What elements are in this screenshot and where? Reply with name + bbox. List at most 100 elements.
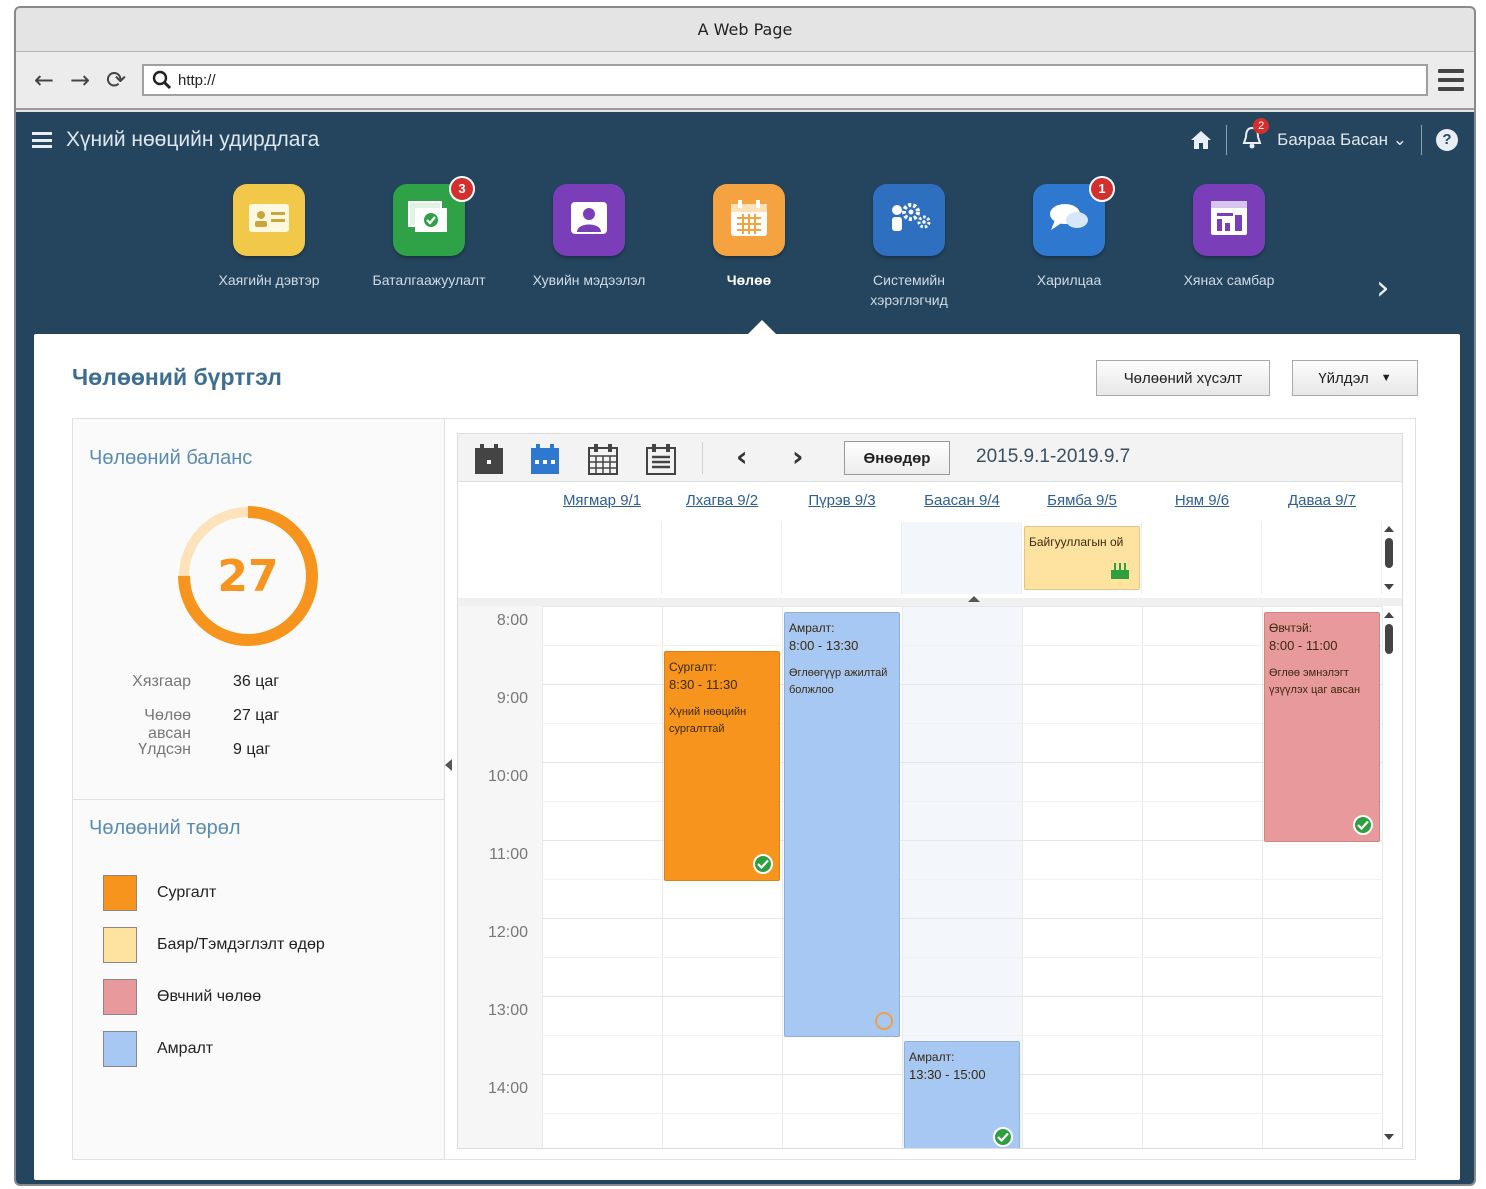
leave-event[interactable]: Амралт: 8:00 - 13:30 Өглөөгүүр ажилтай бол… xyxy=(784,612,900,1037)
holiday-event[interactable]: Байгууллагын ой xyxy=(1024,526,1140,590)
all-day-scrollbar-thumb[interactable] xyxy=(1385,538,1393,568)
day-column-line xyxy=(782,606,783,1148)
main-panel: Чөлөөний бүртгэл Чөлөөний хүсэлт Үйлдэл … xyxy=(34,320,1460,1180)
url-field[interactable]: http:// xyxy=(142,64,1428,96)
today-label: Өнөөдөр xyxy=(863,449,931,467)
day-column-line xyxy=(1022,606,1023,1148)
all-day-scroll-up-icon[interactable] xyxy=(1384,526,1394,532)
leave-event[interactable]: Сургалт: 8:30 - 11:30 Хүний нөөцийн сургал… xyxy=(664,651,780,881)
module-tile xyxy=(1193,184,1265,256)
all-day-cell[interactable] xyxy=(782,522,902,594)
half-hour-line xyxy=(542,645,1382,646)
module-calendar[interactable]: Чөлөө xyxy=(674,184,824,290)
week-view-icon[interactable] xyxy=(528,442,562,476)
module-chat[interactable]: 1 Харилцаа xyxy=(994,176,1144,290)
caret-down-icon: ▼ xyxy=(1380,372,1392,384)
help-icon[interactable]: ? xyxy=(1436,129,1458,151)
module-system-users[interactable]: Системийн хэрэглэгчид xyxy=(834,184,984,310)
time-grid-scrollbar-thumb[interactable] xyxy=(1385,624,1393,654)
all-day-cell[interactable] xyxy=(542,522,662,594)
approved-check-icon xyxy=(993,1127,1013,1147)
notifications-bell[interactable]: 2 xyxy=(1241,117,1270,155)
balance-row: Үлдсэн 9 цаг xyxy=(103,741,279,775)
next-modules-icon[interactable]: › xyxy=(1376,268,1390,308)
day-header[interactable]: Лхагва 9/2 xyxy=(662,492,782,509)
time-column xyxy=(458,606,542,1148)
balance-row-value: 9 цаг xyxy=(233,741,271,758)
all-day-cell[interactable] xyxy=(662,522,782,594)
leave-type-item: Амралт xyxy=(103,1023,325,1075)
module-tile: 3 xyxy=(393,176,475,256)
forward-arrow-icon[interactable]: → xyxy=(62,66,98,94)
agenda-view-icon[interactable] xyxy=(644,442,678,476)
hour-label: 9:00 xyxy=(496,690,528,707)
day-view-icon[interactable] xyxy=(472,442,506,476)
month-view-icon[interactable] xyxy=(586,442,620,476)
browser-menu-icon[interactable] xyxy=(1438,69,1464,91)
leave-type-swatch xyxy=(103,927,137,963)
day-header[interactable]: Бямба 9/5 xyxy=(1022,492,1142,509)
all-day-separator xyxy=(458,598,1402,606)
day-header[interactable]: Даваа 9/7 xyxy=(1262,492,1382,509)
time-grid-scroll-up-icon[interactable] xyxy=(1384,612,1394,618)
leave-request-label: Чөлөөний хүсэлт xyxy=(1123,369,1243,387)
collapse-sidebar-icon[interactable] xyxy=(445,759,452,771)
module-tile: 1 xyxy=(1033,176,1115,256)
leave-event[interactable]: Амралт: 13:30 - 15:00 xyxy=(904,1041,1020,1148)
collapse-all-day-icon[interactable] xyxy=(968,596,980,602)
search-icon xyxy=(152,70,172,90)
leave-type-item: Өвчний чөлөө xyxy=(103,971,325,1023)
leave-request-button[interactable]: Чөлөөний хүсэлт xyxy=(1096,360,1270,396)
module-label: Баталгаажуулалт xyxy=(372,272,486,288)
prev-week-icon[interactable]: ‹ xyxy=(736,440,748,473)
balance-row-label: Чөлөө авсан xyxy=(144,707,191,742)
day-column-line xyxy=(1262,606,1263,1148)
hour-label: 8:00 xyxy=(496,612,528,629)
leave-event[interactable]: Өвчтэй: 8:00 - 11:00 Өглөө эмнэлэгт үзүүлэ… xyxy=(1264,612,1380,842)
action-dropdown[interactable]: Үйлдэл ▼ xyxy=(1292,360,1418,396)
leave-type-item: Сургалт xyxy=(103,867,325,919)
types-title: Чөлөөний төрөл xyxy=(89,817,241,839)
module-launcher: › Хаягийн дэвтэр 3 Баталгаажуулалт Хувийн м… xyxy=(16,168,1474,332)
leave-type-swatch xyxy=(103,979,137,1015)
module-profile[interactable]: Хувийн мэдээлэл xyxy=(514,184,664,290)
day-header[interactable]: Пүрэв 9/3 xyxy=(782,492,902,509)
leave-event-time: 8:00 - 11:00 xyxy=(1269,638,1338,653)
reload-icon[interactable]: ⟳ xyxy=(98,66,134,94)
module-address-book[interactable]: Хаягийн дэвтэр xyxy=(194,184,344,290)
module-dashboard[interactable]: Хянах самбар xyxy=(1154,184,1304,290)
leave-event-description: Хүний нөөцийн сургалттай xyxy=(669,706,747,735)
day-column-line xyxy=(902,606,903,1148)
date-range: 2015.9.1-2019.9.7 xyxy=(976,446,1131,467)
day-column-line xyxy=(662,606,663,1148)
day-column-line xyxy=(1382,606,1383,1148)
module-approval[interactable]: 3 Баталгаажуулалт xyxy=(354,176,504,290)
all-day-cell[interactable] xyxy=(1142,522,1262,594)
next-week-icon[interactable]: › xyxy=(792,440,804,473)
today-button[interactable]: Өнөөдөр xyxy=(844,441,950,475)
balance-row-value: 36 цаг xyxy=(233,673,280,690)
holiday-event-title: Байгууллагын ой xyxy=(1029,535,1124,549)
app-title: Хүний нөөцийн удирдлага xyxy=(66,128,320,151)
dashboard-icon xyxy=(1207,199,1251,242)
all-day-cell[interactable] xyxy=(902,522,1022,594)
leave-type-swatch xyxy=(103,875,137,911)
day-header[interactable]: Баасан 9/4 xyxy=(902,492,1022,509)
day-header[interactable]: Ням 9/6 xyxy=(1142,492,1262,509)
all-day-cell[interactable] xyxy=(1262,522,1382,594)
day-column-line xyxy=(542,606,543,1148)
time-grid-scroll-down-icon[interactable] xyxy=(1384,1134,1394,1140)
pending-status-icon xyxy=(875,1012,893,1030)
leave-event-description: Өглөө эмнэлэгт үзүүлэх цаг авсан xyxy=(1269,667,1361,696)
home-icon[interactable] xyxy=(1190,130,1212,150)
sidebar-divider xyxy=(73,799,445,800)
cake-icon xyxy=(1109,560,1131,585)
back-arrow-icon[interactable]: ← xyxy=(26,66,62,94)
leave-event-title: Амралт: xyxy=(909,1050,955,1064)
calendar: ‹ › Өнөөдөр 2015.9.1-2019.9.7 Байгууллаг… xyxy=(457,433,1403,1149)
all-day-scroll-down-icon[interactable] xyxy=(1384,584,1394,590)
hamburger-menu-icon[interactable] xyxy=(32,132,52,148)
user-menu[interactable]: Баярaa Басан ⌄ xyxy=(1277,130,1407,150)
day-header[interactable]: Мягмар 9/1 xyxy=(542,492,662,509)
header-divider xyxy=(1421,125,1422,155)
